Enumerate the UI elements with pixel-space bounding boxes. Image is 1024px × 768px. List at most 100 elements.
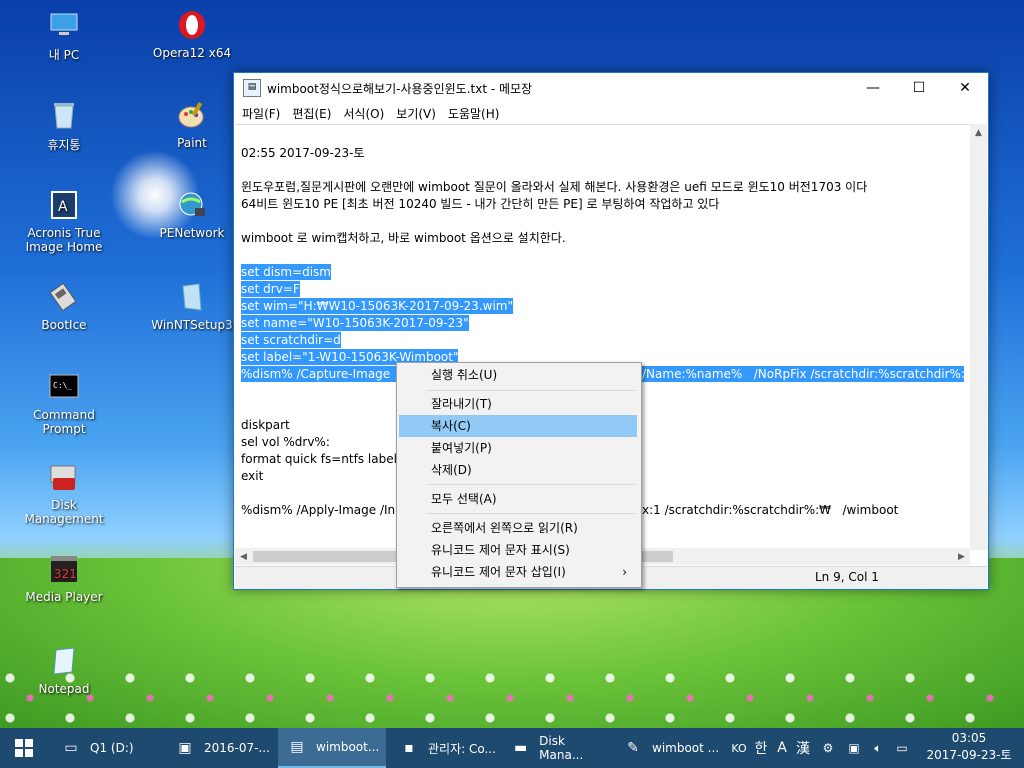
start-button[interactable] [0,728,48,768]
recycle-bin-icon [47,98,81,132]
desktop-icon-label: 내 PC [48,48,80,62]
text-line: x:1 /scratchdir:%scratchdir%:₩ /wimboot [642,503,899,517]
taskbar-item-label: Q1 (D:) [90,741,134,755]
chevron-right-icon: › [622,565,627,579]
windows-logo-icon [15,739,33,757]
desktop-icon-label: Acronis True Image Home [25,226,103,254]
selected-line: set scratchdir=d [241,332,341,348]
desktop-icon-label: WinNTSetup3 [151,318,233,332]
text-line: format quick fs=ntfs label [241,452,397,466]
disk-management-icon: ▬ [513,740,528,756]
maximize-button[interactable]: ☐ [896,73,942,103]
media-player-icon: 321 [47,552,81,586]
desktop-icon-label: Notepad [38,682,90,696]
media-player-icon: ▣ [178,740,192,756]
winntsetup-icon [175,280,209,314]
taskbar-item-label: wimboot... [316,740,380,754]
desktop-icon-label: Media Player [25,590,103,604]
selected-line: set wim="H:₩W10-15063K-2017-09-23.wim" [241,298,513,314]
opera-icon [175,8,209,42]
context-menu-cut[interactable]: 잘라내기(T) [399,393,637,415]
context-menu-rtl-reading[interactable]: 오른쪽에서 왼쪽으로 읽기(R) [399,517,637,539]
taskbar-item-notepad[interactable]: ▤ wimboot... [278,728,386,768]
desktop-icon-my-pc[interactable]: 내 PC [14,8,114,63]
ime-hangul-mode[interactable]: 한 [752,728,770,768]
svg-text:321: 321 [54,567,77,581]
clock-date: 2017-09-23-토 [926,748,1012,762]
desktop-icon-penetwork[interactable]: PENetwork [142,188,242,240]
vertical-scrollbar[interactable]: ▲ [970,124,987,550]
context-menu-show-unicode[interactable]: 유니코드 제어 문자 표시(S) [399,539,637,561]
taskbar: ▭ Q1 (D:) ▣ 2016-07-... ▤ wimboot... ▪ 관… [0,728,1024,768]
desktop-icon-label: Paint [177,136,207,150]
taskbar-item-label: 2016-07-... [204,741,270,755]
menu-bar: 파일(F) 편집(E) 서식(O) 보기(V) 도움말(H) [234,103,988,123]
svg-text:A: A [58,199,68,215]
desktop-icon-paint[interactable]: Paint [142,98,242,150]
desktop-icon-recycle-bin[interactable]: 휴지통 [14,98,114,153]
context-menu: 실행 취소(U) 잘라내기(T) 복사(C) 붙여넣기(P) 삭제(D) 모두 … [396,362,642,588]
scroll-up-icon[interactable]: ▲ [970,124,987,141]
close-button[interactable]: ✕ [942,73,988,103]
title-bar[interactable]: ▤ wimboot정식으로해보기-사용중인윈도.txt - 메모장 — ☐ ✕ [234,73,988,103]
selected-line: /Name:%name% /NoRpFix /scratchdir:%scrat… [642,366,964,382]
context-menu-undo[interactable]: 실행 취소(U) [399,364,637,386]
notepad-icon [47,644,81,678]
selected-line: set name="W10-15063K-2017-09-23" [241,315,469,331]
taskbar-item-disk-management[interactable]: ▬ Disk Mana... [502,728,610,768]
menu-help[interactable]: 도움말(H) [442,105,506,122]
taskbar-item-command-prompt[interactable]: ▪ 관리자: Co... [390,728,498,768]
desktop-icon-notepad[interactable]: Notepad [14,644,114,696]
menu-format[interactable]: 서식(O) [337,105,390,122]
menu-separator [427,513,635,514]
desktop-icon-bootice[interactable]: BootIce [14,280,114,332]
menu-edit[interactable]: 편집(E) [286,105,337,122]
selected-line: set drv=F [241,281,300,297]
taskbar-item-label: 관리자: Co... [428,741,496,756]
text-line: 64비트 윈도10 PE [최초 버전 10240 빌드 - 내가 간단히 만든… [241,197,720,211]
ime-language[interactable]: KO [730,728,748,768]
desktop-icon-label: PENetwork [159,226,225,240]
desktop-icon-opera[interactable]: Opera12 x64 [142,8,242,60]
context-menu-delete[interactable]: 삭제(D) [399,459,637,481]
menu-view[interactable]: 보기(V) [390,105,442,122]
text-line: sel vol %drv%: [241,435,330,449]
desktop-icon-media-player[interactable]: 321 Media Player [14,552,114,604]
notification-icon[interactable]: ▭ [892,728,912,768]
clock-time: 03:05 [951,731,987,745]
desktop-icon-label: 휴지통 [47,138,81,152]
drive-icon: ▭ [64,740,78,756]
context-menu-select-all[interactable]: 모두 선택(A) [399,488,637,510]
desktop-icon-winntsetup[interactable]: WinNTSetup3 [142,280,242,332]
ime-alphanumeric[interactable]: A [774,728,790,768]
desktop-icon-command-prompt[interactable]: C:\_ Command Prompt [14,370,114,436]
context-menu-insert-unicode[interactable]: 유니코드 제어 문자 삽입(I) › [399,561,637,583]
taskbar-item-label: wimboot ... [652,741,720,755]
notepad-icon: ▤ [243,79,261,97]
cmd-icon: C:\_ [47,370,81,404]
taskbar-item-paint[interactable]: ✎ wimboot ... [614,728,722,768]
clock[interactable]: 03:05 2017-09-23-토 [924,730,1014,764]
desktop-icon-label: Opera12 x64 [152,46,232,60]
context-menu-paste[interactable]: 붙여넣기(P) [399,437,637,459]
volume-icon[interactable]: 🔈︎ [868,728,888,768]
text-line: 윈도우포럼,질문게시판에 오랜만에 wimboot 질문이 올라와서 실제 해본… [241,180,868,194]
tray-tool-icon[interactable]: ⚙ [818,728,838,768]
desktop-icon-acronis[interactable]: A Acronis True Image Home [14,188,114,254]
selected-line: %dism% /Capture-Image [241,366,396,382]
notepad-icon: ▤ [290,739,304,755]
acronis-icon: A [47,188,81,222]
scroll-right-icon[interactable]: ▶ [953,548,970,565]
context-menu-item-label: 유니코드 제어 문자 삽입(I) [431,565,566,579]
taskbar-item-drive[interactable]: ▭ Q1 (D:) [52,728,162,768]
network-icon[interactable]: ▣ [844,728,864,768]
minimize-button[interactable]: — [850,73,896,103]
bootice-icon [47,280,81,314]
scroll-left-icon[interactable]: ◀ [235,548,252,565]
context-menu-copy[interactable]: 복사(C) [399,415,637,437]
menu-file[interactable]: 파일(F) [236,105,286,122]
menu-separator [427,390,635,391]
desktop-icon-disk-management[interactable]: Disk Management [14,460,114,526]
taskbar-item-media-player[interactable]: ▣ 2016-07-... [166,728,274,768]
ime-hanja[interactable]: 漢 [794,728,812,768]
